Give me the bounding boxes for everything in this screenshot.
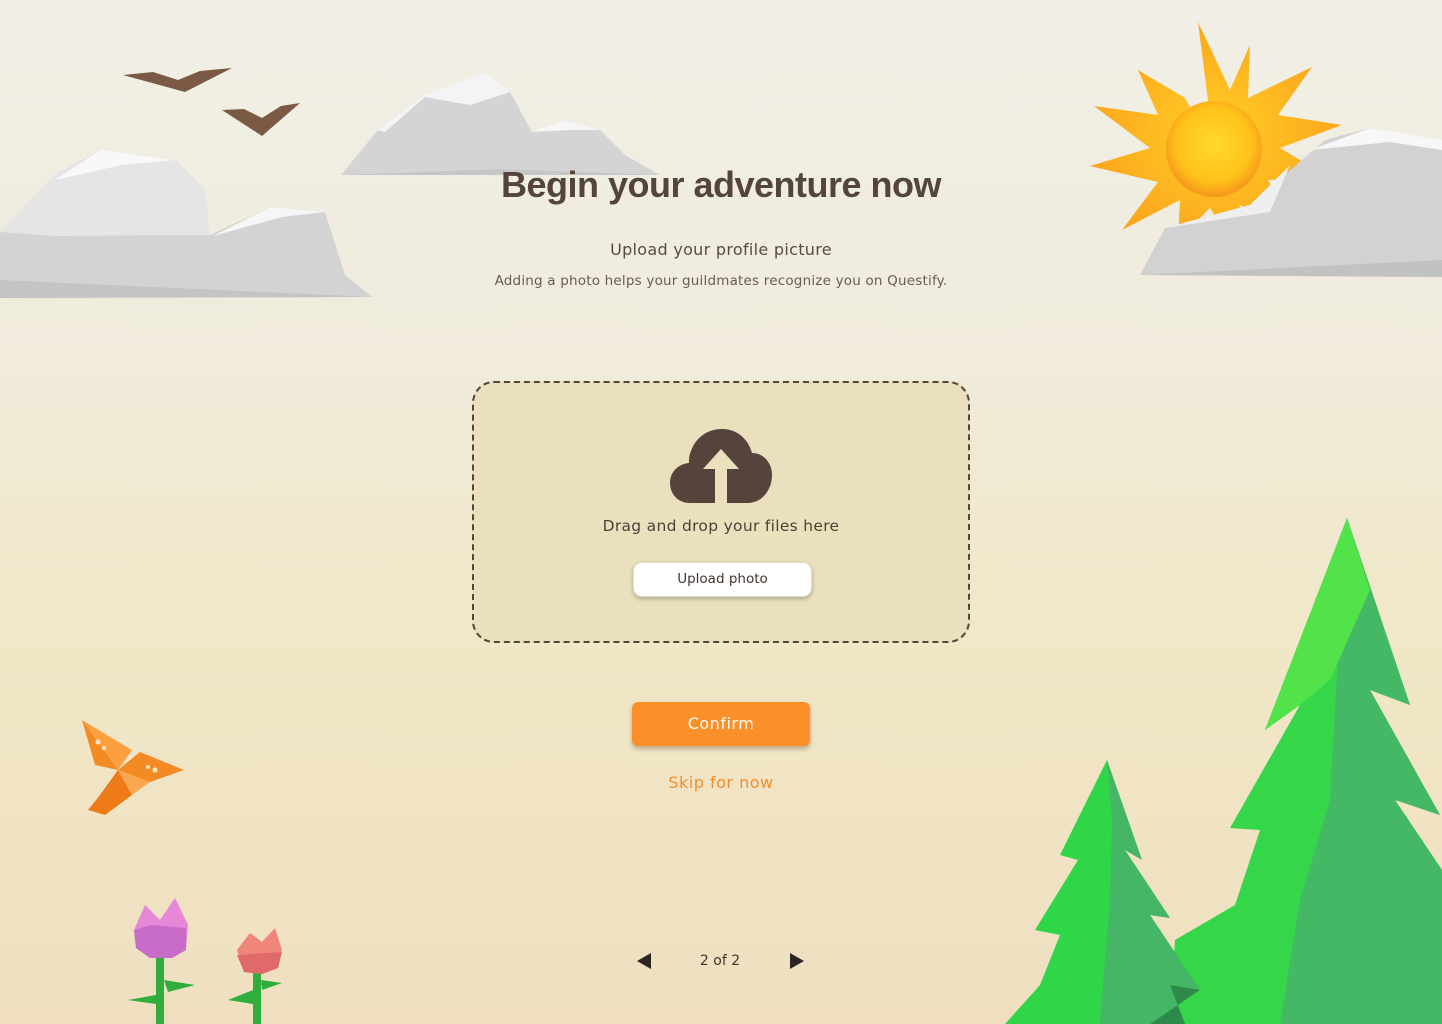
butterfly-illustration [82,720,184,815]
cloud-upload-icon [670,429,772,505]
dropzone-instructions: Drag and drop your files here [602,517,840,535]
file-dropzone[interactable]: Drag and drop your files here Upload pho… [472,381,970,643]
pagination-indicator: 2 of 2 [699,953,741,969]
upload-photo-button[interactable]: Upload photo [633,562,812,597]
page-description: Adding a photo helps your guildmates rec… [494,273,948,289]
pager-prev-button[interactable] [636,952,652,974]
triangle-left-icon [637,953,651,969]
cloud-middle-illustration [341,72,660,175]
page-subtitle: Upload your profile picture [610,240,832,259]
flowers-illustration [128,898,282,1024]
page-title: Begin your adventure now [500,164,942,205]
birds-illustration [123,68,300,136]
skip-link[interactable]: Skip for now [0,773,1442,792]
pager-next-button[interactable] [789,952,805,974]
triangle-right-icon [790,953,804,969]
trees-illustration [1005,518,1442,1024]
confirm-button[interactable]: Confirm [632,702,810,746]
